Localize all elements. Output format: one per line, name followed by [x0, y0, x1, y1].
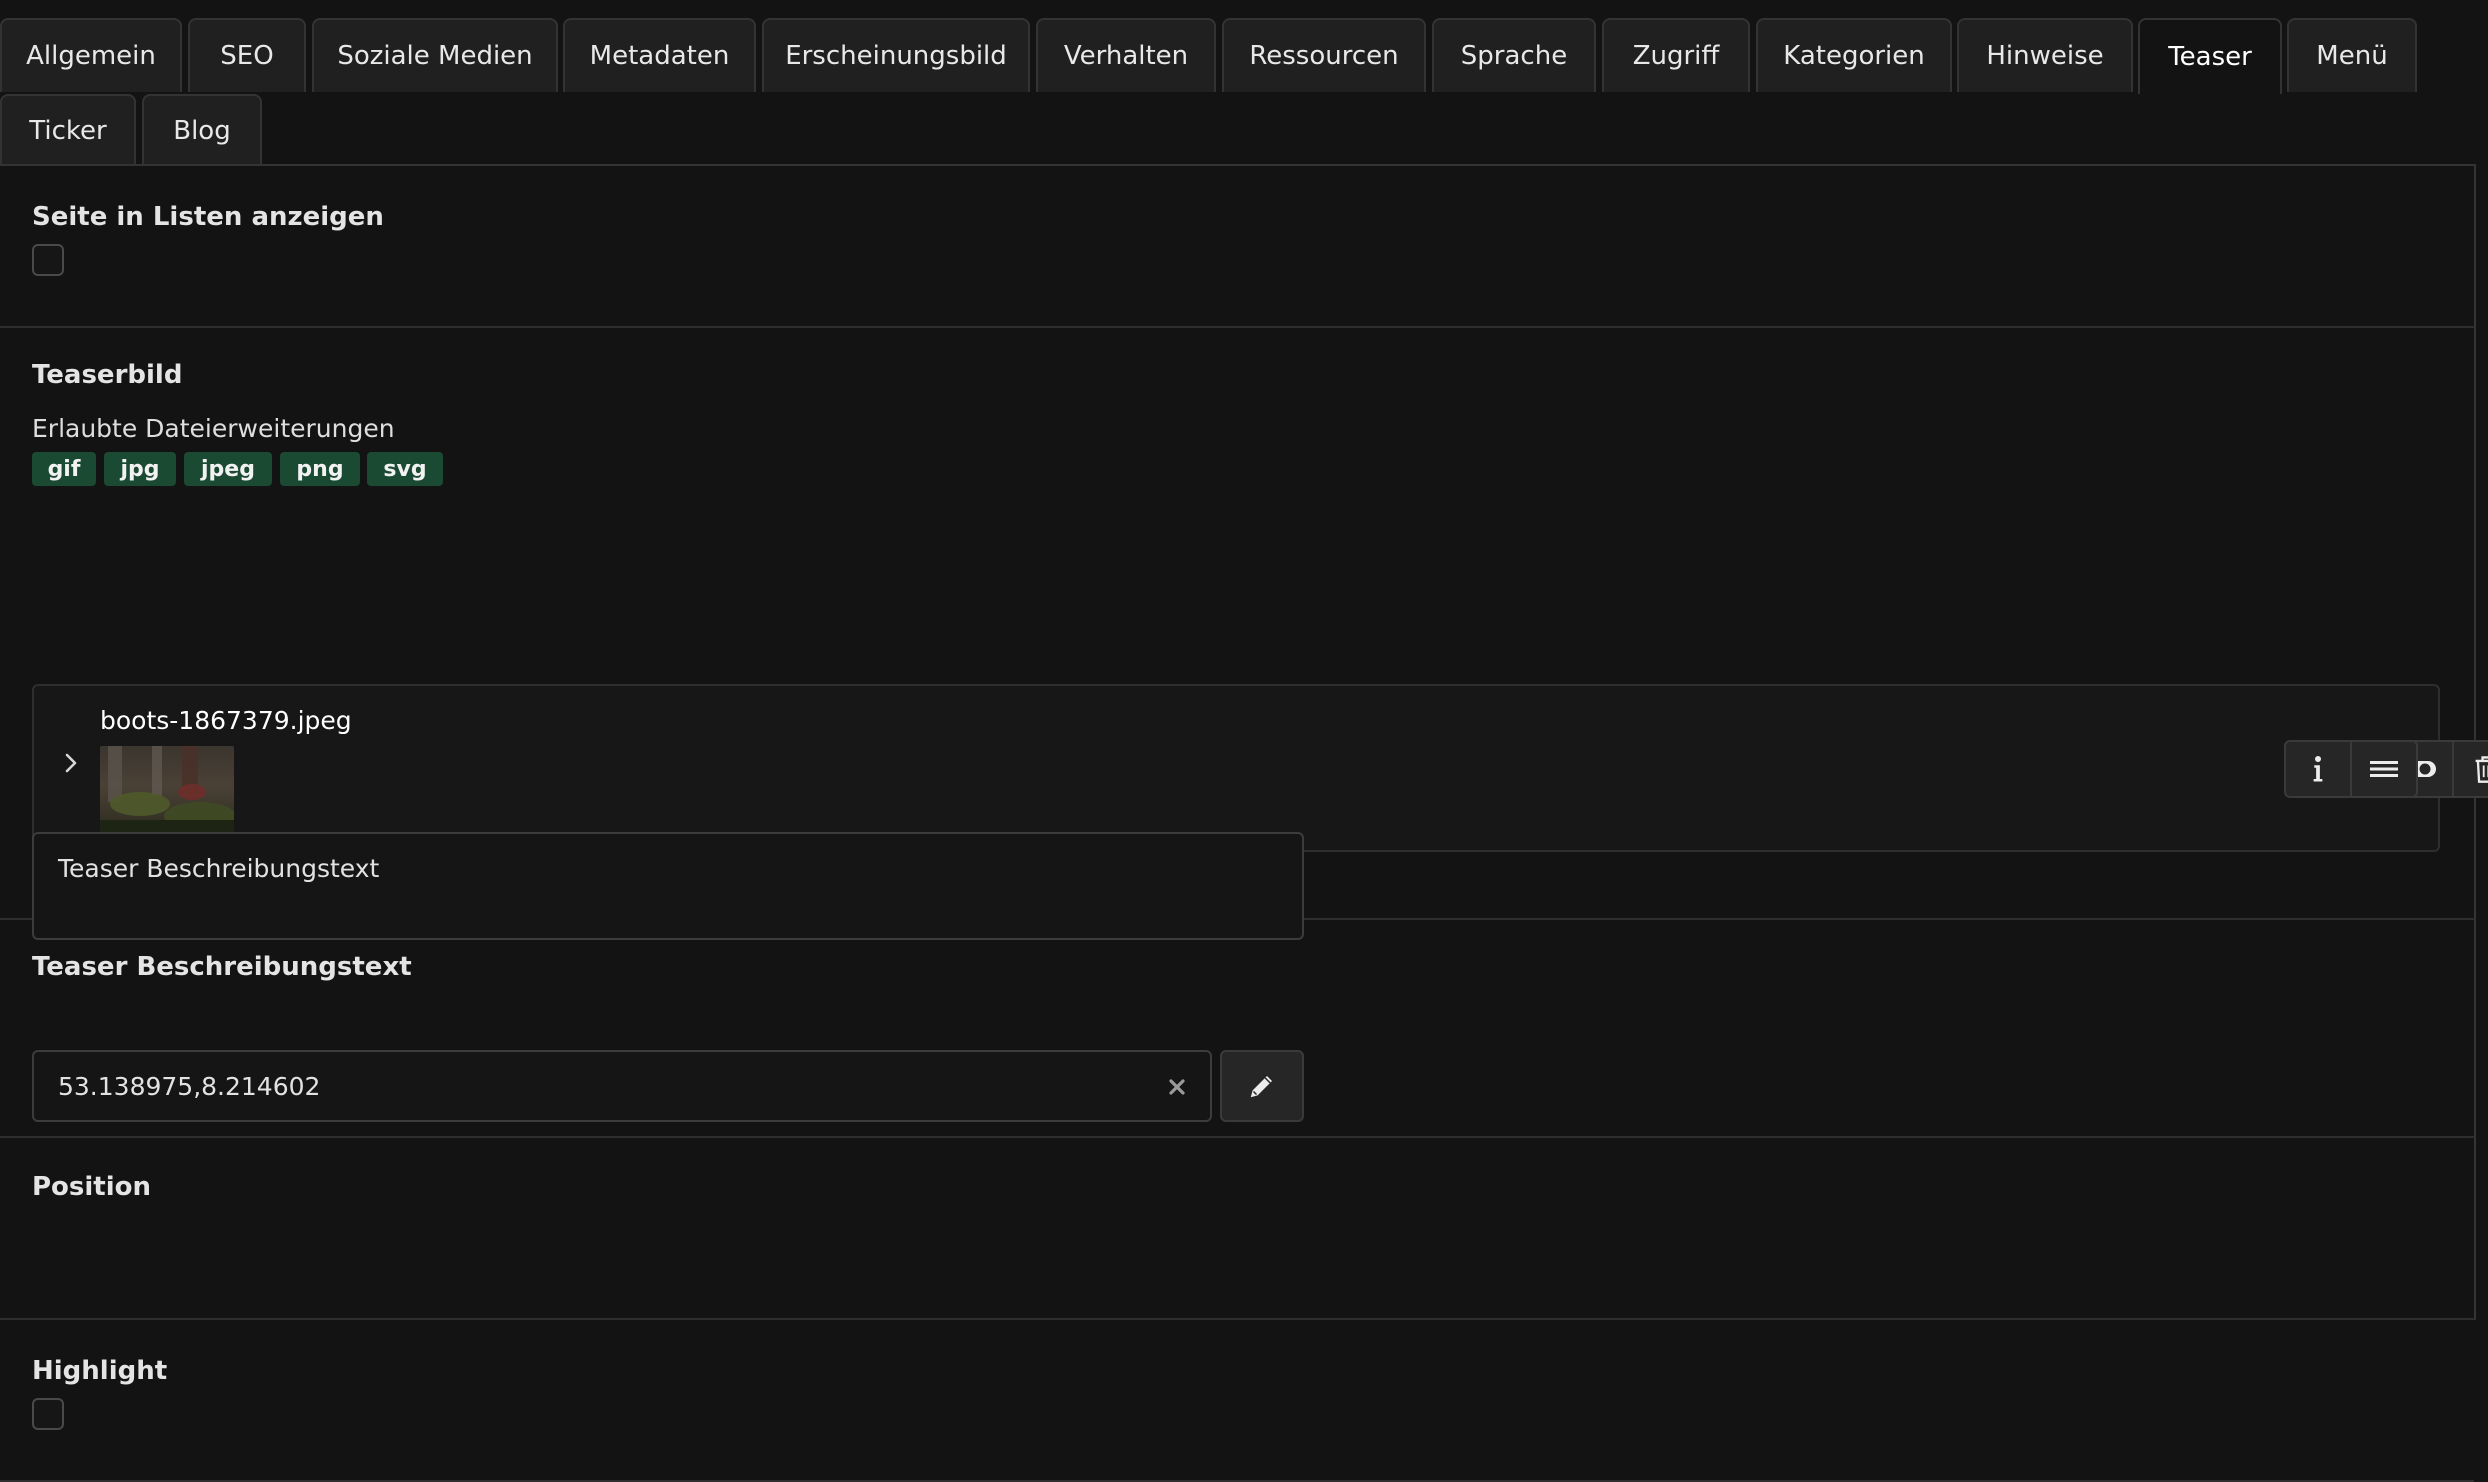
pencil-icon [1250, 1076, 1272, 1098]
section-position: Position [0, 1138, 2474, 1320]
tab-menue[interactable]: Menü [2287, 18, 2417, 92]
teaser-image-label: Teaserbild [32, 360, 183, 390]
delete-image-button[interactable] [2454, 742, 2488, 796]
show-in-lists-label: Seite in Listen anzeigen [32, 202, 384, 232]
extension-badge-jpeg: jpeg [184, 452, 272, 486]
chevron-right-icon[interactable] [64, 752, 78, 774]
tab-ticker[interactable]: Ticker [0, 94, 136, 166]
show-in-lists-checkbox[interactable] [32, 244, 64, 276]
tab-zugriff[interactable]: Zugriff [1602, 18, 1750, 92]
tab-sprache[interactable]: Sprache [1432, 18, 1596, 92]
position-input[interactable]: 53.138975,8.214602 [32, 1050, 1212, 1122]
highlight-checkbox[interactable] [32, 1398, 64, 1430]
tab-ressourcen[interactable]: Ressourcen [1222, 18, 1426, 92]
trash-icon [2475, 756, 2488, 783]
tab-kategorien[interactable]: Kategorien [1756, 18, 1952, 92]
tab-erscheinungsbild[interactable]: Erscheinungsbild [762, 18, 1030, 92]
tab-soziale-medien[interactable]: Soziale Medien [312, 18, 558, 92]
tab-content-teaser: Seite in Listen anzeigen Teaserbild Erla… [0, 166, 2488, 1482]
extension-badge-svg: svg [367, 452, 443, 486]
extension-badge-png: png [280, 452, 360, 486]
file-name: boots-1867379.jpeg [100, 706, 352, 735]
position-value: 53.138975,8.214602 [58, 1071, 321, 1101]
extension-badge-gif: gif [32, 452, 96, 486]
tab-blog[interactable]: Blog [142, 94, 262, 166]
position-label: Position [32, 1172, 152, 1202]
edit-position-button[interactable] [1220, 1050, 1304, 1122]
file-meta-group [2284, 740, 2418, 798]
clear-icon[interactable] [1164, 1074, 1190, 1100]
file-reference-card: boots-1867379.jpeg [32, 684, 2488, 852]
drag-handle-icon [2370, 761, 2398, 777]
tab-verhalten[interactable]: Verhalten [1036, 18, 1216, 92]
tab-bar: Allgemein SEO Soziale Medien Metadaten E… [0, 0, 2488, 166]
image-thumbnail[interactable] [100, 746, 234, 836]
info-icon [2313, 756, 2323, 782]
extension-badge-jpg: jpg [104, 452, 176, 486]
teaser-text-label: Teaser Beschreibungstext [32, 952, 412, 982]
teaser-text-field[interactable]: Teaser Beschreibungstext [32, 832, 1304, 940]
highlight-label: Highlight [32, 1356, 168, 1386]
drag-handle-button[interactable] [2352, 742, 2416, 796]
tab-hinweise[interactable]: Hinweise [1957, 18, 2133, 92]
section-highlight: Highlight [0, 1320, 2474, 1482]
tab-allgemein[interactable]: Allgemein [0, 18, 182, 92]
info-button[interactable] [2286, 742, 2352, 796]
tab-seo[interactable]: SEO [188, 18, 306, 92]
tab-teaser[interactable]: Teaser [2138, 18, 2282, 94]
tab-metadaten[interactable]: Metadaten [563, 18, 756, 92]
section-show-in-lists: Seite in Listen anzeigen [0, 166, 2474, 328]
allowed-extensions-label: Erlaubte Dateierweiterungen [32, 414, 395, 443]
